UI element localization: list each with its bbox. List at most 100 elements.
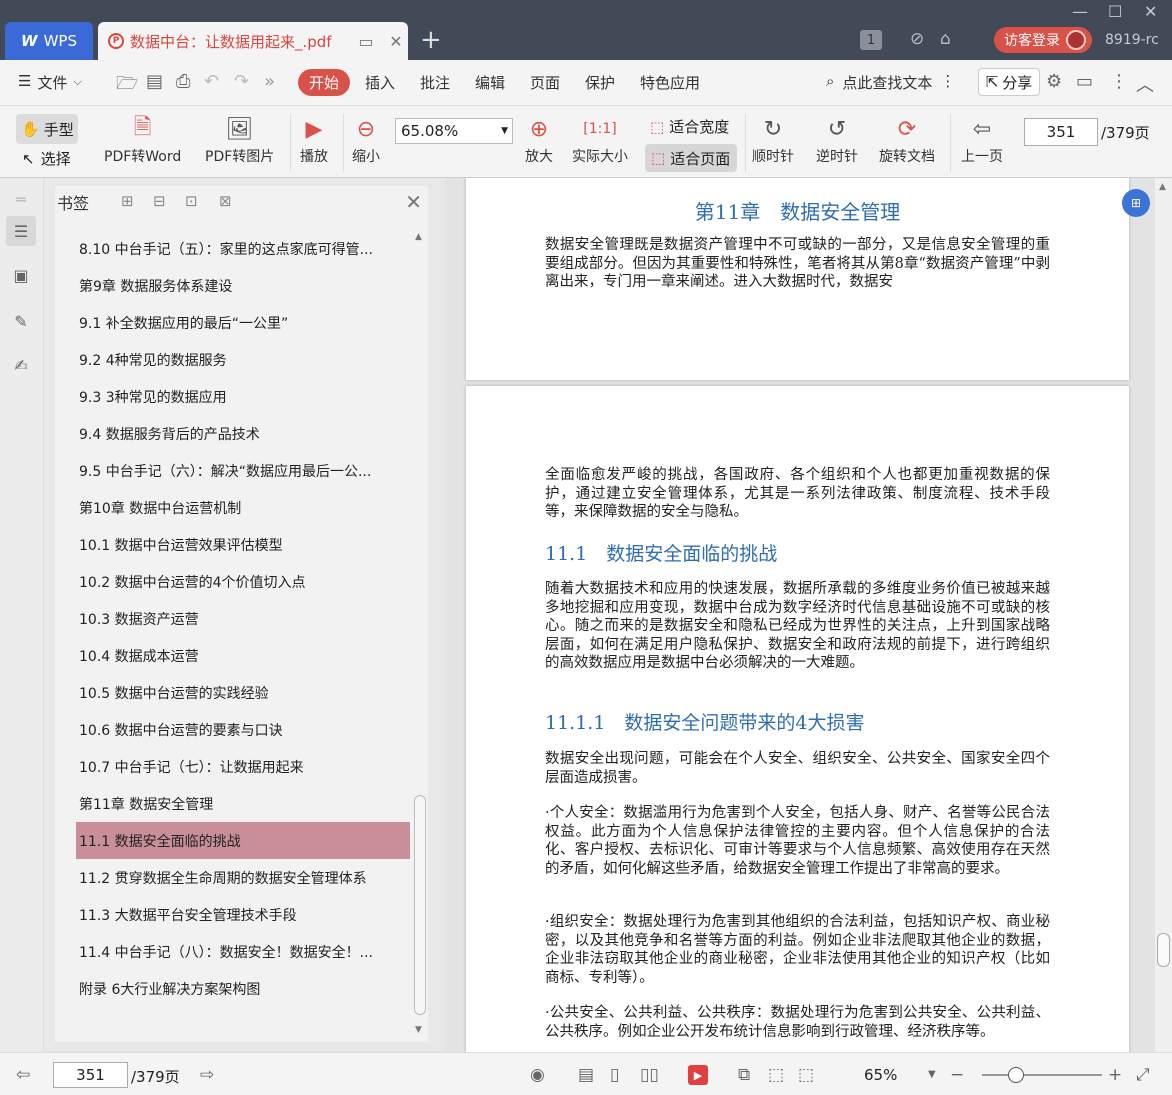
undo-icon[interactable]: ↶ xyxy=(204,71,219,92)
bookmark-item[interactable]: 第11章 数据安全管理 xyxy=(55,785,410,822)
tab-protect[interactable]: 保护 xyxy=(585,72,615,93)
thumbnail-icon[interactable]: ▣ xyxy=(10,264,32,286)
add-bookmark-icon[interactable]: ⊡ xyxy=(185,192,198,210)
rotate-ccw-button[interactable]: ↺ 逆时针 xyxy=(816,112,858,166)
more-chevron-icon[interactable]: » xyxy=(264,71,275,92)
tab-annotate[interactable]: 批注 xyxy=(420,72,450,93)
share-button[interactable]: ⇱ 分享 xyxy=(978,68,1040,96)
collapse-all-icon[interactable]: ⊟ xyxy=(153,192,166,210)
page-number-input[interactable]: 351 xyxy=(1024,118,1098,146)
bookmark-item[interactable]: 10.3 数据资产运营 xyxy=(55,600,410,637)
bookmark-item[interactable]: 9.3 3种常见的数据应用 xyxy=(55,378,410,415)
rotate-cw-button[interactable]: ↻ 顺时针 xyxy=(752,112,794,166)
arrow-left-icon[interactable]: ⇦ xyxy=(16,1065,30,1085)
bookmark-item[interactable]: 11.4 中台手记（八）：数据安全！数据安全！... xyxy=(55,933,410,970)
tab-page[interactable]: 页面 xyxy=(530,72,560,93)
login-button[interactable]: 访客登录 xyxy=(994,27,1092,53)
tab-start[interactable]: 开始 xyxy=(298,69,350,96)
comment-icon[interactable]: ▭ xyxy=(1076,71,1093,92)
redo-icon[interactable]: ↷ xyxy=(234,71,249,92)
wps-home-tab[interactable]: W WPS xyxy=(5,22,93,60)
single-page-icon[interactable]: ▤ xyxy=(578,1065,594,1085)
fit-width-button[interactable]: ⬚ 适合宽度 xyxy=(650,116,729,137)
edit-bookmark-icon[interactable]: ⊠ xyxy=(219,192,232,210)
signature-icon[interactable]: ✍ xyxy=(10,354,32,376)
bookmark-item[interactable]: 10.7 中台手记（七）：让数据用起来 xyxy=(55,748,410,785)
pdf-to-word-button[interactable]: 🗎 PDF转Word xyxy=(104,112,181,166)
bookmark-list-icon[interactable]: ☰ xyxy=(6,216,36,246)
collapse-ribbon-icon[interactable]: ︿ xyxy=(1136,71,1154,97)
bookmark-item[interactable]: 10.1 数据中台运营效果评估模型 xyxy=(55,526,410,563)
skin-icon[interactable]: ⌂ xyxy=(940,29,951,49)
gear-icon[interactable]: ⚙ xyxy=(1046,71,1062,92)
prev-page-button[interactable]: ⇦ 上一页 xyxy=(961,112,1003,166)
zoom-level[interactable]: 65% xyxy=(864,1066,897,1084)
zoom-select[interactable]: 65.08% ▼ xyxy=(395,118,513,144)
bookmark-item[interactable]: 8.10 中台手记（五）：家里的这点家底可得管... xyxy=(55,230,410,267)
bookmark-item[interactable]: 10.2 数据中台运营的4个价值切入点 xyxy=(55,563,410,600)
zoom-slider[interactable] xyxy=(982,1067,1102,1083)
bookmark-item[interactable]: 9.2 4种常见的数据服务 xyxy=(55,341,410,378)
tab-edit[interactable]: 编辑 xyxy=(475,72,505,93)
pdf-to-image-button[interactable]: 🖼 PDF转图片 xyxy=(205,112,274,166)
bookmark-item[interactable]: 第10章 数据中台运营机制 xyxy=(55,489,410,526)
window-count-badge[interactable]: 1 xyxy=(860,30,882,50)
zoom-in-button[interactable]: ⊕ 放大 xyxy=(525,112,553,166)
annotation-icon[interactable]: ✎ xyxy=(10,310,32,332)
continuous-page-icon[interactable]: ▯ xyxy=(610,1065,619,1085)
zoom-slider-knob[interactable] xyxy=(1008,1067,1024,1083)
bookmark-item[interactable]: 10.4 数据成本运营 xyxy=(55,637,410,674)
file-menu[interactable]: ☰ 文件 ⌵ xyxy=(18,72,82,93)
maximize-icon[interactable]: ☐ xyxy=(1108,2,1122,21)
tab-special-apps[interactable]: 特色应用 xyxy=(640,72,700,93)
bookmark-item[interactable]: 11.1 数据安全面临的挑战 xyxy=(76,822,410,859)
minimize-icon[interactable]: — xyxy=(1072,2,1088,21)
eye-protection-icon[interactable]: ◉ xyxy=(530,1065,545,1085)
floating-tool-button[interactable]: ⊞ xyxy=(1122,189,1150,217)
play-icon[interactable]: ▶ xyxy=(688,1065,708,1085)
fullscreen-icon[interactable]: ⤢ xyxy=(1136,1065,1150,1085)
arrow-right-icon[interactable]: ⇨ xyxy=(200,1065,214,1085)
chevron-down-icon[interactable]: ▼ xyxy=(928,1069,936,1080)
bookmark-item[interactable]: 9.5 中台手记（六）：解决“数据应用最后一公... xyxy=(55,452,410,489)
zoom-in-icon[interactable]: + xyxy=(1108,1065,1122,1085)
find-text[interactable]: ⌕ 点此查找文本 ⋮ xyxy=(826,72,955,93)
drag-handle-icon[interactable]: ═ xyxy=(10,188,32,210)
scroll-up-icon[interactable]: ▲ xyxy=(1159,182,1166,192)
bookmark-item[interactable]: 11.3 大数据平台安全管理技术手段 xyxy=(55,896,410,933)
play-button[interactable]: ▶ 播放 xyxy=(300,112,328,166)
scroll-up-icon[interactable]: ▲ xyxy=(415,232,422,242)
hand-tool-button[interactable]: ✋ 手型 xyxy=(16,114,78,144)
close-panel-icon[interactable]: ✕ xyxy=(405,190,422,214)
status-page-input[interactable]: 351 xyxy=(53,1062,128,1088)
document-scrollbar[interactable]: ▲ xyxy=(1155,178,1172,1052)
document-viewport[interactable]: 第11章 数据安全管理 数据安全管理既是数据资产管理中不可或缺的一部分，又是信息… xyxy=(445,178,1155,1052)
two-page-icon[interactable]: ▯▯ xyxy=(640,1065,659,1085)
close-tab-icon[interactable]: ✕ xyxy=(384,32,408,51)
cloud-sync-icon[interactable]: ⊘ xyxy=(910,29,924,49)
print-icon[interactable]: ⎙ xyxy=(176,71,190,92)
close-window-icon[interactable]: ✕ xyxy=(1144,2,1157,21)
scrollbar-thumb[interactable] xyxy=(1157,933,1170,967)
new-tab-button[interactable]: + xyxy=(420,26,442,54)
actual-size-button[interactable]: [1:1] 实际大小 xyxy=(572,112,628,166)
bookmark-item[interactable]: 11.2 贯穿数据全生命周期的数据安全管理体系 xyxy=(55,859,410,896)
bookmark-item[interactable]: 10.5 数据中台运营的实践经验 xyxy=(55,674,410,711)
scroll-down-icon[interactable]: ▼ xyxy=(415,1025,422,1035)
fit-width-icon[interactable]: ⬚ xyxy=(798,1065,814,1085)
actual-size-icon[interactable]: ⧉ xyxy=(738,1065,750,1085)
bookmark-item[interactable]: 10.6 数据中台运营的要素与口诀 xyxy=(55,711,410,748)
save-icon[interactable]: ▤ xyxy=(146,71,163,92)
rotate-doc-button[interactable]: ⟳ 旋转文档 xyxy=(879,112,935,166)
more-icon[interactable]: ⋮ xyxy=(1110,71,1128,92)
expand-all-icon[interactable]: ⊞ xyxy=(121,192,134,210)
scrollbar-thumb[interactable] xyxy=(414,795,426,1015)
fit-page-button[interactable]: ⬚ 适合页面 xyxy=(645,144,737,172)
zoom-out-icon[interactable]: − xyxy=(950,1065,964,1085)
document-tab[interactable]: P 数据中台：让数据用起来_.pdf ▭ ✕ xyxy=(98,22,408,60)
bookmark-scrollbar[interactable]: ▲ ▼ xyxy=(412,230,426,1040)
bookmark-item[interactable]: 9.1 补全数据应用的最后“一公里” xyxy=(55,304,410,341)
tab-insert[interactable]: 插入 xyxy=(365,72,395,93)
monitor-icon[interactable]: ▭ xyxy=(354,32,378,51)
bookmark-item[interactable]: 第9章 数据服务体系建设 xyxy=(55,267,410,304)
